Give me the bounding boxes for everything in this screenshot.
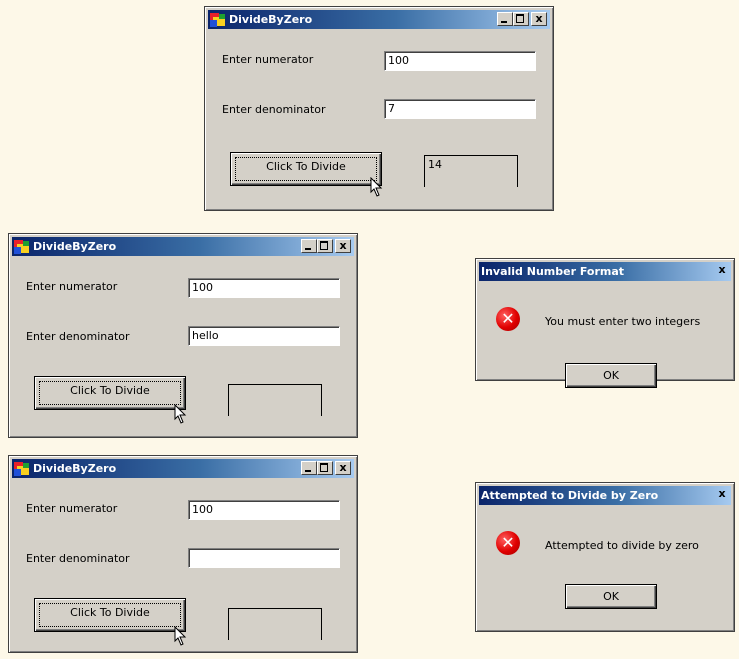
close-button[interactable]: x — [531, 12, 547, 26]
ok-button[interactable]: OK — [565, 363, 657, 388]
denominator-input[interactable]: hello — [188, 326, 340, 346]
denominator-input[interactable] — [188, 548, 340, 568]
error-icon: ✕ — [496, 307, 520, 331]
numerator-input[interactable]: 100 — [384, 51, 536, 71]
denominator-label: Enter denominator — [26, 330, 130, 343]
close-icon: x — [339, 461, 347, 474]
close-icon: x — [718, 487, 726, 500]
window-3-title: DivideByZero — [33, 462, 117, 475]
result-label — [228, 384, 322, 416]
minimize-button[interactable] — [497, 12, 513, 26]
ok-button-label: OK — [603, 590, 619, 603]
close-icon: x — [535, 12, 543, 25]
minimize-button[interactable] — [301, 461, 317, 475]
divide-button-label: Click To Divide — [266, 160, 346, 173]
result-label — [228, 608, 322, 640]
close-icon: x — [339, 239, 347, 252]
numerator-input[interactable]: 100 — [188, 500, 340, 520]
numerator-label: Enter numerator — [26, 502, 118, 515]
app-icon — [14, 461, 30, 476]
close-button[interactable]: x — [335, 461, 351, 475]
mouse-pointer-icon — [174, 404, 187, 424]
divide-button-label: Click To Divide — [70, 606, 150, 619]
denominator-label: Enter denominator — [26, 552, 130, 565]
ok-button-label: OK — [603, 369, 619, 382]
window-3-titlebar[interactable]: DivideByZero x — [12, 459, 354, 478]
ok-button[interactable]: OK — [565, 584, 657, 609]
maximize-button[interactable] — [317, 461, 333, 475]
window-1-titlebar[interactable]: DivideByZero x — [208, 10, 550, 29]
divide-button[interactable]: Click To Divide — [230, 152, 382, 186]
invalid-format-dialog: Invalid Number Format x ✕ You must enter… — [475, 258, 735, 388]
divide-button[interactable]: Click To Divide — [34, 598, 186, 632]
dialog-2-titlebar[interactable]: Attempted to Divide by Zero x — [479, 486, 731, 505]
divide-window-1: DivideByZero x Enter numerator 100 Enter… — [204, 6, 554, 211]
dialog-2-message: Attempted to divide by zero — [545, 539, 699, 552]
denominator-input[interactable]: 7 — [384, 99, 536, 119]
minimize-button[interactable] — [301, 239, 317, 253]
close-button[interactable]: x — [714, 488, 730, 502]
mouse-pointer-icon — [174, 626, 187, 646]
app-icon — [210, 12, 226, 27]
divide-window-3: DivideByZero x Enter numerator 100 Enter… — [8, 455, 358, 653]
dialog-1-titlebar[interactable]: Invalid Number Format x — [479, 262, 731, 281]
close-button[interactable]: x — [335, 239, 351, 253]
close-button[interactable]: x — [714, 264, 730, 278]
divide-button-label: Click To Divide — [70, 384, 150, 397]
error-icon: ✕ — [496, 531, 520, 555]
result-label: 14 — [424, 155, 518, 187]
window-2-title: DivideByZero — [33, 240, 117, 253]
dialog-1-title: Invalid Number Format — [481, 265, 625, 278]
numerator-label: Enter numerator — [222, 53, 314, 66]
mouse-pointer-icon — [370, 177, 383, 197]
dialog-1-message: You must enter two integers — [545, 315, 701, 328]
maximize-button[interactable] — [317, 239, 333, 253]
window-1-title: DivideByZero — [229, 13, 313, 26]
maximize-button[interactable] — [513, 12, 529, 26]
dialog-2-title: Attempted to Divide by Zero — [481, 489, 659, 502]
numerator-input[interactable]: 100 — [188, 278, 340, 298]
divide-button[interactable]: Click To Divide — [34, 376, 186, 410]
numerator-label: Enter numerator — [26, 280, 118, 293]
window-2-titlebar[interactable]: DivideByZero x — [12, 237, 354, 256]
close-icon: x — [718, 263, 726, 276]
divide-window-2: DivideByZero x Enter numerator 100 Enter… — [8, 233, 358, 438]
app-icon — [14, 239, 30, 254]
divide-by-zero-dialog: Attempted to Divide by Zero x ✕ Attempte… — [475, 482, 735, 632]
denominator-label: Enter denominator — [222, 103, 326, 116]
